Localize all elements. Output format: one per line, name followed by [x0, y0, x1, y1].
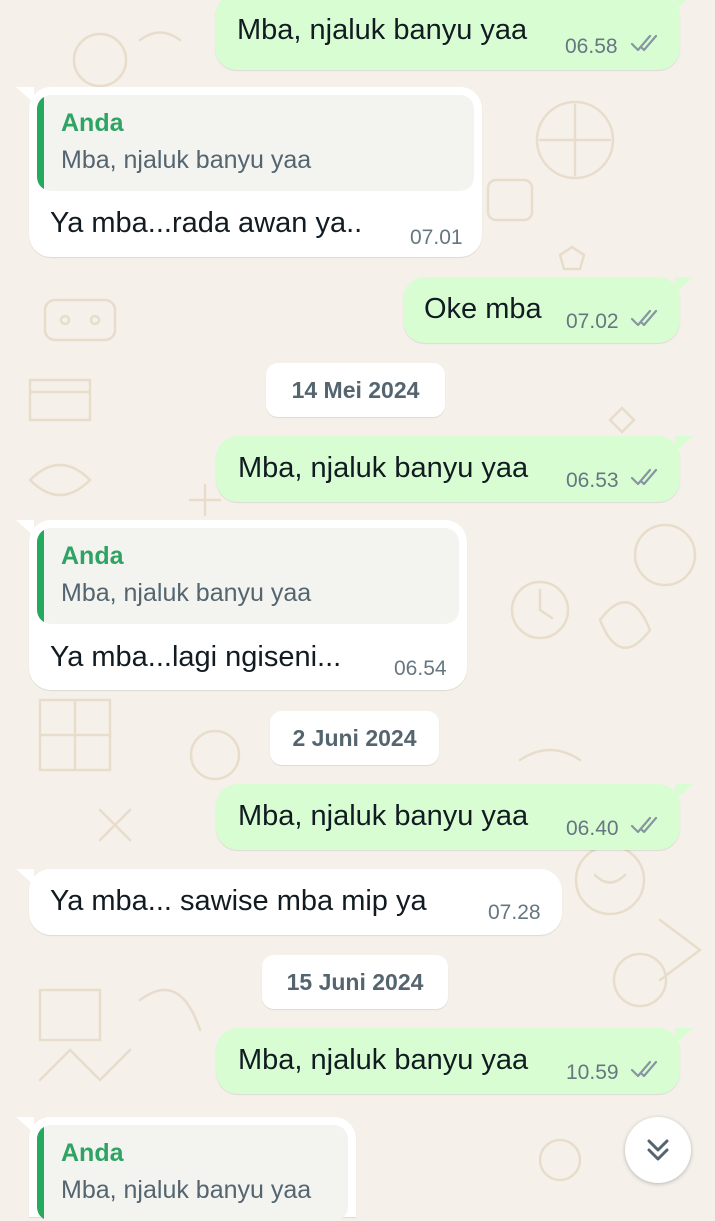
- message-time: 07.28: [488, 901, 541, 924]
- date-separator: 14 Mei 2024: [266, 363, 445, 417]
- outgoing-message[interactable]: Mba, njaluk banyu yaa 06.58: [215, 0, 687, 70]
- bubble-tail: [16, 87, 34, 103]
- message-time: 06.53: [566, 469, 619, 492]
- message-text: Ya mba...rada awan ya..: [50, 207, 363, 239]
- message-text: Mba, njaluk banyu yaa: [237, 14, 528, 46]
- double-check-icon: [630, 1060, 658, 1078]
- message-text: Oke mba: [424, 293, 542, 325]
- message-text: Mba, njaluk banyu yaa: [238, 452, 529, 484]
- bubble-tail: [16, 520, 34, 536]
- message-time: 07.02: [566, 310, 619, 333]
- quote-author: Anda: [61, 542, 124, 570]
- bubble-tail: [675, 784, 693, 800]
- quote-text: Mba, njaluk banyu yaa: [61, 579, 312, 607]
- bubble-tail: [675, 0, 687, 10]
- message-time: 10.59: [566, 1061, 619, 1084]
- quoted-reply[interactable]: Anda Mba, njaluk banyu yaa: [37, 528, 459, 624]
- quote-author: Anda: [61, 1139, 124, 1167]
- quote-text: Mba, njaluk banyu yaa: [61, 1176, 312, 1204]
- message-text: Mba, njaluk banyu yaa: [238, 1044, 529, 1076]
- message-time: 06.54: [394, 657, 447, 680]
- quoted-reply[interactable]: Anda Mba, njaluk banyu yaa: [37, 95, 474, 191]
- bubble-tail: [675, 277, 693, 293]
- message-text: Mba, njaluk banyu yaa: [238, 800, 529, 832]
- incoming-message[interactable]: Anda Mba, njaluk banyu yaa Ya mba...lagi…: [16, 520, 467, 690]
- double-check-icon: [630, 816, 658, 834]
- date-separator: 15 Juni 2024: [262, 955, 448, 1009]
- quote-accent-bar: [37, 95, 44, 191]
- outgoing-message[interactable]: Oke mba 07.02: [403, 277, 693, 343]
- bubble-tail: [16, 869, 34, 885]
- incoming-message[interactable]: Ya mba... sawise mba mip ya 07.28: [16, 869, 562, 935]
- bubble-tail: [675, 436, 693, 452]
- scroll-to-bottom-button[interactable]: [625, 1117, 691, 1183]
- outgoing-message[interactable]: Mba, njaluk banyu yaa 06.40: [216, 784, 693, 850]
- incoming-message[interactable]: Anda Mba, njaluk banyu yaa: [16, 1117, 356, 1221]
- quote-text: Mba, njaluk banyu yaa: [61, 146, 312, 174]
- incoming-message[interactable]: Anda Mba, njaluk banyu yaa Ya mba...rada…: [16, 87, 482, 257]
- bubble-tail: [16, 1117, 34, 1133]
- message-time: 06.58: [565, 35, 618, 58]
- message-text: Ya mba...lagi ngiseni...: [50, 641, 342, 673]
- quote-accent-bar: [37, 1125, 44, 1221]
- message-time: 06.40: [566, 817, 619, 840]
- double-check-icon: [630, 468, 658, 486]
- outgoing-message[interactable]: Mba, njaluk banyu yaa 06.53: [216, 436, 693, 502]
- date-separator: 2 Juni 2024: [270, 711, 439, 765]
- quote-accent-bar: [37, 528, 44, 624]
- message-time: 07.01: [410, 226, 463, 249]
- quoted-reply[interactable]: Anda Mba, njaluk banyu yaa: [37, 1125, 348, 1221]
- double-check-icon: [630, 309, 658, 327]
- double-check-icon: [630, 34, 658, 52]
- double-chevron-down-icon: [647, 1139, 669, 1161]
- message-text: Ya mba... sawise mba mip ya: [50, 885, 427, 917]
- quote-author: Anda: [61, 109, 124, 137]
- outgoing-message[interactable]: Mba, njaluk banyu yaa 10.59: [216, 1028, 693, 1094]
- bubble-tail: [675, 1028, 693, 1044]
